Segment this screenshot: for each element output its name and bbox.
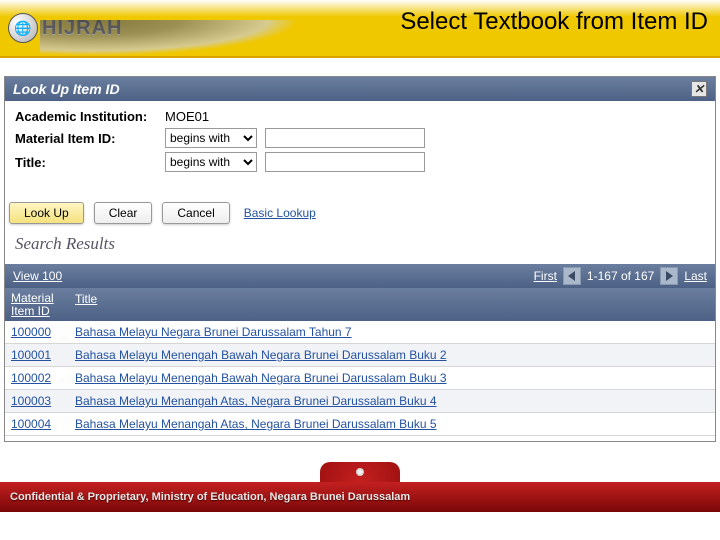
window-title: Look Up Item ID <box>13 81 120 97</box>
cell-title[interactable]: Bahasa Melayu Menangah Atas, Negara Brun… <box>69 413 715 435</box>
title-input[interactable] <box>265 152 425 172</box>
col-title[interactable]: Title <box>69 288 103 321</box>
label-institution: Academic Institution: <box>15 109 165 124</box>
cell-title[interactable]: Bahasa Melayu Menengah Bawah Negara Brun… <box>69 367 715 389</box>
pager-range: 1-167 of 167 <box>587 269 654 283</box>
table-row: 100000Bahasa Melayu Negara Brunei Daruss… <box>5 321 715 344</box>
grid-body: 100000Bahasa Melayu Negara Brunei Daruss… <box>5 321 715 441</box>
cell-title[interactable]: Bahasa Melayu Menengah Bawah Negara Brun… <box>69 344 715 366</box>
globe-icon: 🌐 <box>8 13 38 43</box>
label-material-id: Material Item ID: <box>15 131 165 146</box>
pager-next-icon[interactable] <box>660 267 678 285</box>
table-row: 100003Bahasa Melayu Menangah Atas, Negar… <box>5 390 715 413</box>
cell-item-id[interactable]: 100001 <box>5 344 69 366</box>
cancel-button[interactable]: Cancel <box>162 202 229 224</box>
clear-button[interactable]: Clear <box>94 202 153 224</box>
footer-tab-icon <box>320 462 400 482</box>
cell-item-id[interactable]: 100000 <box>5 321 69 343</box>
button-row: Look Up Clear Cancel Basic Lookup <box>9 202 711 224</box>
table-row: 100001Bahasa Melayu Menengah Bawah Negar… <box>5 344 715 367</box>
cell-item-id[interactable]: 100002 <box>5 367 69 389</box>
pager-prev-icon[interactable] <box>563 267 581 285</box>
material-id-input[interactable] <box>265 128 425 148</box>
cell-title[interactable]: Bahasa Melayu Negara Brunei Darussalam T… <box>69 321 715 343</box>
col-material-id[interactable]: Material Item ID <box>5 288 69 321</box>
search-form: Academic Institution: MOE01 Material Ite… <box>5 101 715 188</box>
table-row: 100002Bahasa Melayu Menengah Bawah Negar… <box>5 367 715 390</box>
lookup-button[interactable]: Look Up <box>9 202 84 224</box>
footer-bar: Confidential & Proprietary, Ministry of … <box>0 482 720 512</box>
cell-item-id[interactable]: 100003 <box>5 390 69 412</box>
basic-lookup-link[interactable]: Basic Lookup <box>244 206 316 220</box>
value-institution: MOE01 <box>165 109 281 124</box>
cell-item-id[interactable]: 100004 <box>5 413 69 435</box>
lookup-window: Look Up Item ID ✕ Academic Institution: … <box>4 76 716 442</box>
close-icon[interactable]: ✕ <box>691 81 707 97</box>
label-title-field: Title: <box>15 155 165 170</box>
grid-header-row: Material Item ID Title <box>5 288 715 321</box>
pager-last[interactable]: Last <box>684 269 707 283</box>
grid-toolbar: View 100 First 1-167 of 167 Last <box>5 264 715 288</box>
window-titlebar: Look Up Item ID ✕ <box>5 77 715 101</box>
search-results-heading: Search Results <box>15 234 705 254</box>
slide-header: 🌐 HIJRAH Select Textbook from Item ID <box>0 0 720 58</box>
page-title: Select Textbook from Item ID <box>400 8 708 36</box>
pager-first[interactable]: First <box>534 269 557 283</box>
view-100-link[interactable]: View 100 <box>13 269 62 283</box>
footer: Confidential & Proprietary, Ministry of … <box>0 462 720 512</box>
footer-text: Confidential & Proprietary, Ministry of … <box>10 491 410 503</box>
operator-material-id[interactable]: begins with <box>165 128 257 148</box>
operator-title[interactable]: begins with <box>165 152 257 172</box>
pager: First 1-167 of 167 Last <box>534 267 707 285</box>
cell-title[interactable]: Bahasa Melayu Menangah Atas, Negara Brun… <box>69 390 715 412</box>
table-row: 100004Bahasa Melayu Menangah Atas, Negar… <box>5 413 715 436</box>
